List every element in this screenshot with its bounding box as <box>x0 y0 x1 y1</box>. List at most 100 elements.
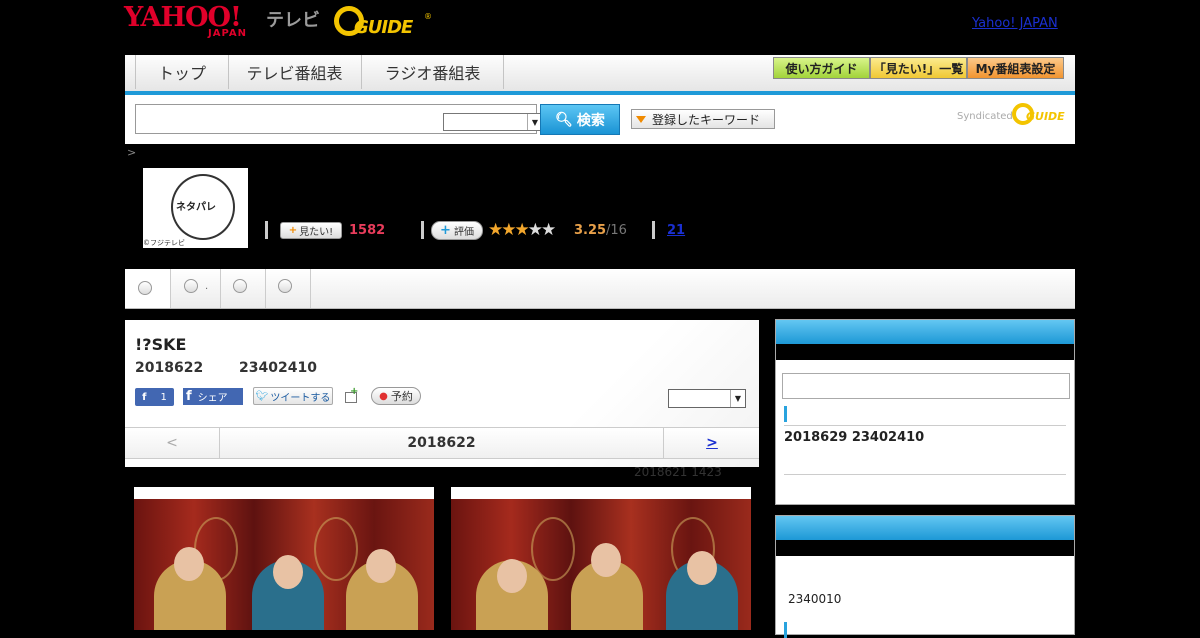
plus-icon: + <box>288 225 298 236</box>
sidebar-accent <box>784 406 787 422</box>
decor <box>314 517 358 581</box>
search-bar: ▼ 🔍︎ 検索 登録したキーワード Syndicated GUIDE <box>125 95 1075 144</box>
rating-score: 3.25 <box>574 223 607 238</box>
rating-stars: ★★★★★ <box>488 220 557 240</box>
play-circle-icon <box>278 279 292 293</box>
tv-label[interactable]: テレビ <box>266 6 320 32</box>
twitter-bird-icon: 🐦︎ <box>255 390 269 402</box>
next-broadcast-datetime: 2018629 23402410 <box>784 430 925 445</box>
reserve-label: 予約 <box>390 390 413 403</box>
program-detail-panel: !?SKE 2018622 23402410 f 1 f シェア 🐦︎ ツイート… <box>125 320 759 467</box>
copyright-text: ©フジテレビ <box>143 239 185 247</box>
facebook-share-button[interactable]: f シェア <box>183 388 243 405</box>
divider <box>784 474 1066 475</box>
play-circle-icon <box>184 279 198 293</box>
program-photo-2[interactable] <box>451 487 751 630</box>
next-date-link[interactable]: > <box>663 428 760 458</box>
guide-button[interactable]: 使い方ガイド <box>773 57 870 79</box>
gguide-logo-text: GUIDE <box>354 17 413 38</box>
tweet-label: ツイートする <box>270 392 331 404</box>
star-full-icon: ★★★ <box>488 220 530 240</box>
person-head <box>687 551 717 585</box>
rating-count: /16 <box>606 223 627 238</box>
my-listings-button[interactable]: My番組表設定 <box>967 57 1064 79</box>
program-logo-text: ネタパレ <box>176 202 216 213</box>
last-updated: 2018621 1423 <box>634 465 722 479</box>
saved-keywords-button[interactable]: 登録したキーワード <box>631 109 775 129</box>
search-icon: 🔍︎ <box>555 111 573 128</box>
chevron-down-circle-icon <box>138 281 152 295</box>
broadcast-time: 23402410 <box>239 360 317 376</box>
facebook-icon: f <box>142 391 147 403</box>
divider <box>421 221 424 239</box>
search-input[interactable]: ▼ <box>135 104 543 134</box>
current-date: 2018622 <box>407 435 476 451</box>
yahoo-logo-sub: JAPAN <box>208 28 247 39</box>
record-dot-icon: ● <box>379 390 388 402</box>
rate-button[interactable]: + 評価 <box>431 221 483 240</box>
saved-keywords-label: 登録したキーワード <box>652 112 761 127</box>
review-count-link[interactable]: 21 <box>667 223 685 238</box>
sidebar-box-2-text: 2340010 <box>788 592 842 606</box>
previous-date-button[interactable]: < <box>125 428 220 458</box>
want-to-watch-button[interactable]: + 見たい! <box>280 222 342 239</box>
person-head <box>591 543 621 577</box>
tab-related[interactable] <box>266 269 311 308</box>
rate-label: 評価 <box>453 227 474 238</box>
person-head <box>497 559 527 593</box>
registered-icon: ® <box>424 12 432 21</box>
nav-tab-radio-listings[interactable]: ラジオ番組表 <box>362 55 504 89</box>
divider <box>652 221 655 239</box>
yahoo-japan-link[interactable]: Yahoo! JAPAN <box>972 16 1058 31</box>
photo-image <box>451 499 751 630</box>
search-button[interactable]: 🔍︎ 検索 <box>540 104 620 135</box>
sidebar-header <box>776 320 1074 344</box>
program-thumbnail: ネタパレ ©フジテレビ <box>143 168 248 248</box>
facebook-share-label: シェア <box>197 393 228 404</box>
add-to-calendar-icon[interactable]: + <box>343 386 359 404</box>
broadcast-date: 2018622 <box>135 360 204 376</box>
facebook-like-count: 1 <box>160 391 167 403</box>
search-category-select[interactable]: ▼ <box>443 113 543 131</box>
program-tab-bar: . <box>125 269 1075 309</box>
gguide-logo[interactable]: GUIDE ® <box>334 6 434 40</box>
yahoo-japan-logo[interactable]: YAHOO! JAPAN <box>124 4 262 44</box>
sidebar-accent <box>784 622 787 638</box>
sidebar-box-2: 2340010 <box>775 515 1075 638</box>
syndicated-gguide-logo: GUIDE <box>1012 103 1068 127</box>
breadcrumb[interactable]: > <box>127 146 136 159</box>
main-nav: トップ テレビ番組表 ラジオ番組表 使い方ガイド 「見たい!」一覧 My番組表設… <box>125 55 1075 95</box>
person-head <box>273 555 303 589</box>
tab-broadcast-info[interactable] <box>125 269 171 308</box>
facebook-like-button[interactable]: f 1 <box>135 388 174 406</box>
watchlist-button[interactable]: 「見たい!」一覧 <box>870 57 967 79</box>
sidebar-title-band <box>776 540 1074 556</box>
program-photo-1[interactable] <box>134 487 434 630</box>
tweet-button[interactable]: 🐦︎ ツイートする <box>253 387 333 405</box>
search-button-label: 検索 <box>576 112 605 129</box>
syndicated-logo-text: GUIDE <box>1026 110 1065 123</box>
divider <box>784 425 1066 426</box>
star-empty-icon: ★★ <box>527 220 557 240</box>
person-head <box>174 547 204 581</box>
tab-reviews[interactable] <box>221 269 266 308</box>
chevron-down-icon: ▼ <box>730 390 745 407</box>
divider <box>265 221 268 239</box>
person-head <box>366 549 396 583</box>
play-circle-icon <box>233 279 247 293</box>
sidebar-header <box>776 516 1074 540</box>
sidebar-field[interactable] <box>782 373 1070 399</box>
triangle-down-icon <box>636 115 646 123</box>
photo-image <box>134 499 434 630</box>
nav-tab-top[interactable]: トップ <box>135 55 229 89</box>
next-broadcast-box: 2018629 23402410 <box>775 319 1075 505</box>
tab-episodes[interactable]: . <box>171 269 221 308</box>
recorder-select[interactable]: ▼ <box>668 389 746 408</box>
tab-label: . <box>205 281 209 292</box>
reserve-recording-button[interactable]: ● 予約 <box>371 387 421 405</box>
date-navigation: < 2018622 > <box>125 427 759 459</box>
facebook-icon: f <box>186 389 192 404</box>
program-title: !?SKE <box>135 335 187 354</box>
nav-tab-tv-listings[interactable]: テレビ番組表 <box>228 55 362 89</box>
syndicated-label: Syndicated <box>957 111 1013 122</box>
